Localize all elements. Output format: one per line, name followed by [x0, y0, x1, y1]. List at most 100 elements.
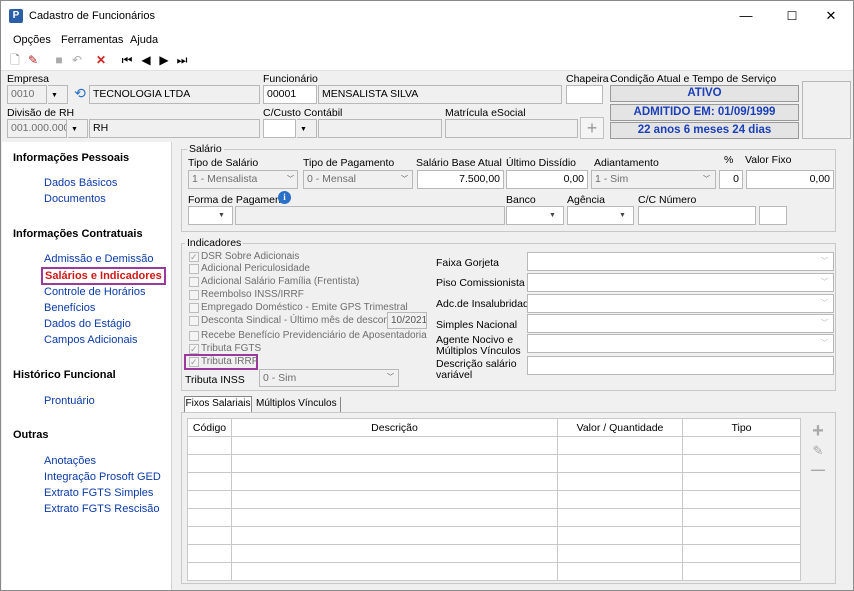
minimize-button[interactable]: — [731, 5, 761, 27]
ultimo-dissidio-field[interactable]: 0,00 [506, 170, 588, 189]
sidebar-item-anotacoes[interactable]: Anotações [44, 455, 96, 467]
reembolso-checkbox[interactable] [189, 290, 199, 300]
save-icon[interactable]: ■ [51, 52, 67, 68]
empresa-label: Empresa [7, 73, 50, 85]
divisao-dropdown[interactable]: ▼ [68, 119, 88, 138]
sidebar-item-campos-adicionais[interactable]: Campos Adicionais [44, 334, 138, 346]
simples-select[interactable] [527, 314, 834, 333]
valor-fixo-field[interactable]: 0,00 [746, 170, 834, 189]
edit-icon[interactable]: ✎ [25, 52, 41, 68]
custo-code-field[interactable] [263, 119, 296, 138]
sidebar-item-estagio[interactable]: Dados do Estágio [44, 318, 131, 330]
salario-familia-checkbox[interactable] [189, 277, 199, 287]
adiantamento-chevron-down-icon[interactable]: ﹀ [698, 170, 715, 189]
sindical-date-field[interactable]: 10/2021 [387, 312, 427, 329]
insalubridade-select[interactable] [527, 294, 834, 313]
menu-opcoes[interactable]: Opções [13, 34, 51, 46]
tipo-salario-chevron-down-icon[interactable]: ﹀ [282, 170, 299, 189]
tempo-servico-text: 22 anos 6 meses 24 dias [610, 122, 799, 139]
domestico-checkbox[interactable] [189, 303, 199, 313]
faixa-gorjeta-select[interactable] [527, 252, 834, 271]
dsr-checkbox[interactable]: ✓ [189, 252, 199, 262]
prev-record-icon[interactable]: ◀ [138, 52, 154, 68]
sidebar-item-beneficios[interactable]: Benefícios [44, 302, 95, 314]
custo-name-field [318, 119, 442, 138]
salario-base-field[interactable]: 7.500,00 [417, 170, 504, 189]
tab-multiplos-vinculos[interactable]: Múltiplos Vínculos [253, 397, 341, 412]
maximize-button[interactable]: ☐ [777, 5, 807, 27]
refresh-icon[interactable]: ⟲ [71, 85, 89, 104]
forma-pagamento-chevron-down-icon[interactable]: ▼ [213, 206, 230, 225]
funcionario-code-field[interactable]: 00001 [263, 85, 317, 104]
menu-ferramentas[interactable]: Ferramentas [61, 34, 123, 46]
piso-chevron-down-icon[interactable]: ﹀ [816, 273, 833, 292]
close-button[interactable]: ✕ [816, 5, 846, 27]
cc-digito-field[interactable] [759, 206, 787, 225]
tributa-irrf-checkbox[interactable]: ✓ [189, 357, 199, 367]
table-row[interactable] [187, 508, 801, 527]
sidebar-item-admissao[interactable]: Admissão e Demissão [44, 253, 153, 265]
edit-row-button[interactable]: ✎ [810, 442, 826, 460]
add-matricula-button[interactable]: + [580, 117, 604, 139]
salario-variavel-field[interactable] [527, 356, 834, 375]
sindical-checkbox[interactable] [189, 316, 199, 326]
sidebar-item-salarios[interactable]: Salários e Indicadores [41, 267, 166, 285]
table-row[interactable] [187, 472, 801, 491]
table-row[interactable] [187, 544, 801, 563]
indicadores-group-title: Indicadores [185, 237, 244, 249]
table-row[interactable] [187, 562, 801, 581]
chapeira-field[interactable] [566, 85, 603, 104]
faixa-gorjeta-chevron-down-icon[interactable]: ﹀ [816, 252, 833, 271]
agencia-chevron-down-icon[interactable]: ▼ [614, 206, 631, 225]
sidebar-item-ged[interactable]: Integração Prosoft GED [44, 471, 161, 483]
table-row[interactable] [187, 490, 801, 509]
cc-numero-field[interactable] [638, 206, 756, 225]
sidebar-item-prontuario[interactable]: Prontuário [44, 395, 95, 407]
window-title: Cadastro de Funcionários [29, 10, 155, 22]
tributa-inss-chevron-down-icon[interactable]: ﹀ [382, 369, 399, 387]
tab-fixos-salariais[interactable]: Fixos Salariais [184, 396, 252, 412]
sidebar-item-documentos[interactable]: Documentos [44, 193, 106, 205]
tipo-pagamento-chevron-down-icon[interactable]: ﹀ [396, 170, 413, 189]
ultimo-dissidio-label: Último Dissídio [506, 157, 577, 169]
percent-field[interactable]: 0 [719, 170, 743, 189]
banco-chevron-down-icon[interactable]: ▼ [544, 206, 561, 225]
empresa-dropdown[interactable]: ▼ [48, 85, 68, 104]
sidebar-item-dados-basicos[interactable]: Dados Básicos [44, 177, 117, 189]
tributa-inss-select[interactable]: 0 - Sim [259, 369, 399, 387]
table-row[interactable] [187, 436, 801, 455]
sidebar-item-horarios[interactable]: Controle de Horários [44, 286, 146, 298]
insalubridade-chevron-down-icon[interactable]: ﹀ [816, 294, 833, 313]
menu-ajuda[interactable]: Ajuda [130, 34, 158, 46]
agente-nocivo-chevron-down-icon[interactable]: ﹀ [816, 334, 833, 353]
delete-icon[interactable]: ✕ [93, 52, 109, 68]
window: P Cadastro de Funcionários — ☐ ✕ Opções … [0, 0, 854, 591]
tributa-fgts-checkbox[interactable]: ✓ [189, 344, 199, 354]
agente-nocivo-select[interactable] [527, 334, 834, 353]
next-record-icon[interactable]: ▶ [156, 52, 172, 68]
empresa-code-field[interactable]: 0010 [7, 85, 47, 104]
info-icon[interactable]: i [278, 191, 291, 204]
periculosidade-checkbox[interactable] [189, 264, 199, 274]
add-row-button[interactable]: + [810, 421, 826, 441]
main-panel: Salário Tipo de Salário 1 - Mensalista ﹀… [173, 142, 853, 590]
new-icon[interactable]: 🗋 [7, 52, 23, 68]
tributa-irrf-label: Tributa IRRF [201, 356, 258, 367]
percent-label: % [724, 154, 734, 166]
first-record-icon[interactable]: ⏮ [119, 52, 135, 68]
sidebar-item-fgts-simples[interactable]: Extrato FGTS Simples [44, 487, 153, 499]
undo-icon[interactable]: ↶ [69, 52, 85, 68]
piso-select[interactable] [527, 273, 834, 292]
remove-row-button[interactable]: — [810, 460, 826, 478]
table-row[interactable] [187, 454, 801, 473]
simples-chevron-down-icon[interactable]: ﹀ [816, 314, 833, 333]
divisao-code-field[interactable]: 001.000.000 [7, 119, 67, 138]
table-row[interactable] [187, 526, 801, 545]
last-record-icon[interactable]: ⏭ [174, 52, 190, 68]
aposentadoria-checkbox[interactable] [189, 331, 199, 341]
custo-dropdown[interactable]: ▼ [297, 119, 317, 138]
sidebar-section-pessoais: Informações Pessoais [13, 152, 130, 164]
empresa-name-field: TECNOLOGIA LTDA [89, 85, 260, 104]
sidebar-item-fgts-rescisao[interactable]: Extrato FGTS Rescisão [44, 503, 160, 515]
matricula-field[interactable] [445, 119, 578, 138]
